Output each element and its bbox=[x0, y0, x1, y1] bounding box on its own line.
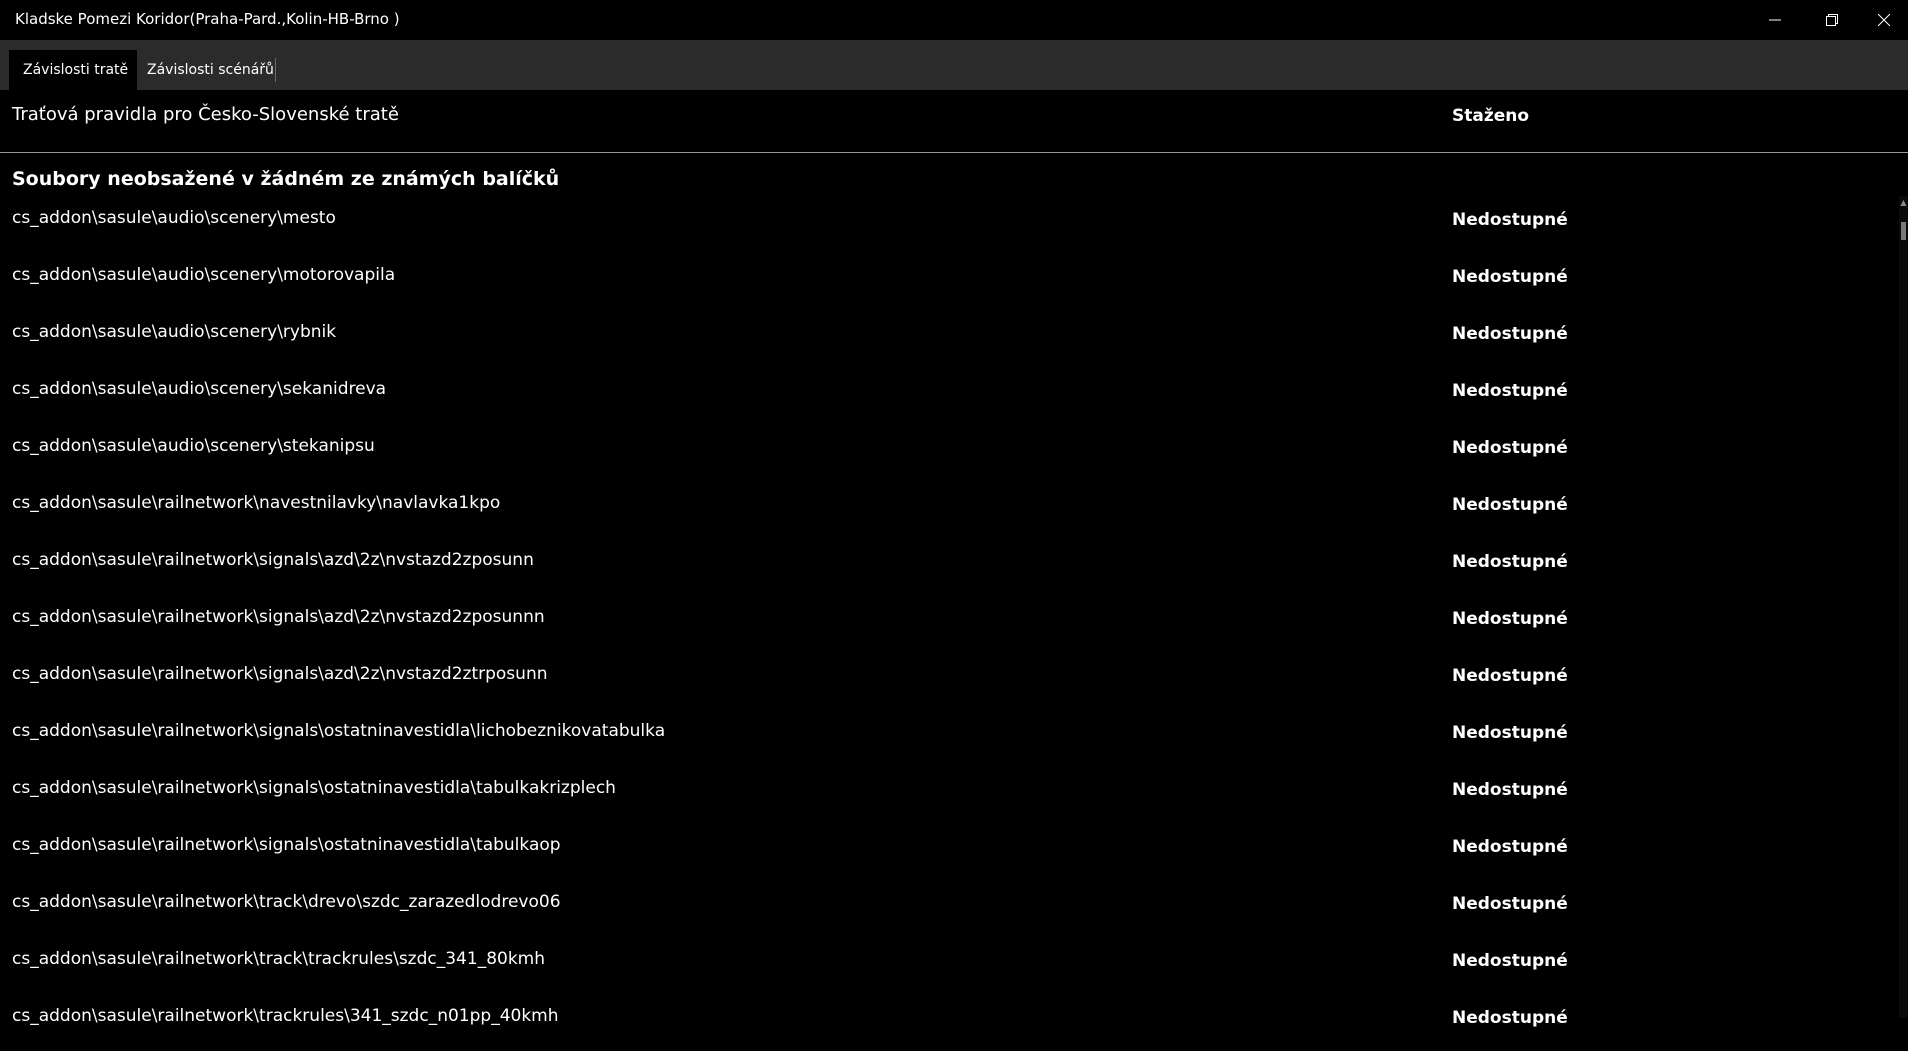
file-status: Nedostupné bbox=[1452, 552, 1568, 572]
title-bar: Kladske Pomezi Koridor(Praha-Pard.,Kolin… bbox=[0, 0, 1908, 40]
list-item[interactable]: cs_addon\sasule\railnetwork\signals\azd\… bbox=[0, 595, 1900, 652]
file-status: Nedostupné bbox=[1452, 324, 1568, 344]
file-status: Nedostupné bbox=[1452, 894, 1568, 914]
window-title: Kladske Pomezi Koridor(Praha-Pard.,Kolin… bbox=[15, 10, 400, 28]
file-path: cs_addon\sasule\railnetwork\track\trackr… bbox=[12, 949, 546, 969]
list-item[interactable]: cs_addon\sasule\audio\scenery\rybnik Nedo… bbox=[0, 310, 1900, 367]
file-path: cs_addon\sasule\railnetwork\signals\azd\… bbox=[12, 664, 548, 684]
list-item[interactable]: cs_addon\sasule\railnetwork\signals\osta… bbox=[0, 823, 1900, 880]
file-path: cs_addon\sasule\railnetwork\signals\osta… bbox=[12, 778, 616, 798]
list-item[interactable]: cs_addon\sasule\railnetwork\track\drevo\… bbox=[0, 880, 1900, 937]
section-title: Soubory neobsažené v žádném ze známých b… bbox=[12, 168, 560, 190]
restore-icon bbox=[1825, 14, 1838, 26]
restore-button[interactable] bbox=[1803, 0, 1860, 40]
package-row[interactable]: Traťová pravidla pro Česko-Slovenské tra… bbox=[0, 90, 1908, 153]
file-status: Nedostupné bbox=[1452, 381, 1568, 401]
list-item[interactable]: cs_addon\sasule\railnetwork\navestnilavk… bbox=[0, 481, 1900, 538]
package-name: Traťová pravidla pro Česko-Slovenské tra… bbox=[12, 104, 399, 125]
file-path: cs_addon\sasule\audio\scenery\mesto bbox=[12, 208, 336, 228]
file-status: Nedostupné bbox=[1452, 723, 1568, 743]
file-path: cs_addon\sasule\railnetwork\signals\osta… bbox=[12, 835, 561, 855]
list-item[interactable]: cs_addon\sasule\railnetwork\trackrules\3… bbox=[0, 994, 1900, 1051]
list-item[interactable]: cs_addon\sasule\railnetwork\signals\osta… bbox=[0, 766, 1900, 823]
file-status: Nedostupné bbox=[1452, 780, 1568, 800]
scrollbar-thumb[interactable] bbox=[1901, 222, 1906, 240]
list-item[interactable]: cs_addon\sasule\railnetwork\signals\azd\… bbox=[0, 652, 1900, 709]
tab-separator bbox=[275, 58, 276, 82]
minimize-icon bbox=[1768, 19, 1781, 21]
file-path: cs_addon\sasule\audio\scenery\rybnik bbox=[12, 322, 337, 342]
list-item[interactable]: cs_addon\sasule\railnetwork\signals\osta… bbox=[0, 709, 1900, 766]
file-status: Nedostupné bbox=[1452, 495, 1568, 515]
file-path: cs_addon\sasule\railnetwork\trackrules\3… bbox=[12, 1006, 559, 1026]
scroll-up-arrow-icon[interactable]: ▲ bbox=[1899, 196, 1908, 210]
file-status: Nedostupné bbox=[1452, 1008, 1568, 1028]
minimize-button[interactable] bbox=[1746, 0, 1803, 40]
file-path: cs_addon\sasule\audio\scenery\sekanidrev… bbox=[12, 379, 387, 399]
tab-track-dependencies[interactable]: Závislosti tratě bbox=[9, 50, 137, 90]
file-status: Nedostupné bbox=[1452, 267, 1568, 287]
list-item[interactable]: cs_addon\sasule\railnetwork\track\trackr… bbox=[0, 937, 1900, 994]
file-status: Nedostupné bbox=[1452, 951, 1568, 971]
package-status: Staženo bbox=[1452, 106, 1530, 126]
list-item[interactable]: cs_addon\sasule\railnetwork\signals\azd\… bbox=[0, 538, 1900, 595]
tab-scenario-dependencies[interactable]: Závislosti scénářů bbox=[133, 50, 288, 90]
vertical-scrollbar[interactable]: ▲ bbox=[1899, 196, 1908, 1018]
tab-bar: Závislosti tratě Závislosti scénářů bbox=[0, 40, 1908, 90]
file-status: Nedostupné bbox=[1452, 666, 1568, 686]
list-item[interactable]: cs_addon\sasule\audio\scenery\motorovapi… bbox=[0, 253, 1900, 310]
list-item[interactable]: cs_addon\sasule\audio\scenery\stekanipsu… bbox=[0, 424, 1900, 481]
file-path: cs_addon\sasule\audio\scenery\stekanipsu bbox=[12, 436, 375, 456]
file-path: cs_addon\sasule\railnetwork\signals\azd\… bbox=[12, 607, 545, 627]
list-item[interactable]: cs_addon\sasule\audio\scenery\mesto Nedos… bbox=[0, 196, 1900, 253]
file-path: cs_addon\sasule\railnetwork\track\drevo\… bbox=[12, 892, 561, 912]
close-button[interactable] bbox=[1860, 0, 1908, 40]
file-status: Nedostupné bbox=[1452, 837, 1568, 857]
file-path: cs_addon\sasule\railnetwork\navestnilavk… bbox=[12, 493, 501, 513]
file-status: Nedostupné bbox=[1452, 210, 1568, 230]
close-icon bbox=[1878, 14, 1890, 26]
file-list: cs_addon\sasule\audio\scenery\mesto Nedos… bbox=[0, 196, 1900, 1051]
file-path: cs_addon\sasule\railnetwork\signals\azd\… bbox=[12, 550, 534, 570]
list-item[interactable]: cs_addon\sasule\audio\scenery\sekanidrev… bbox=[0, 367, 1900, 424]
file-path: cs_addon\sasule\audio\scenery\motorovapi… bbox=[12, 265, 396, 285]
file-status: Nedostupné bbox=[1452, 609, 1568, 629]
file-path: cs_addon\sasule\railnetwork\signals\osta… bbox=[12, 721, 666, 741]
file-status: Nedostupné bbox=[1452, 438, 1568, 458]
